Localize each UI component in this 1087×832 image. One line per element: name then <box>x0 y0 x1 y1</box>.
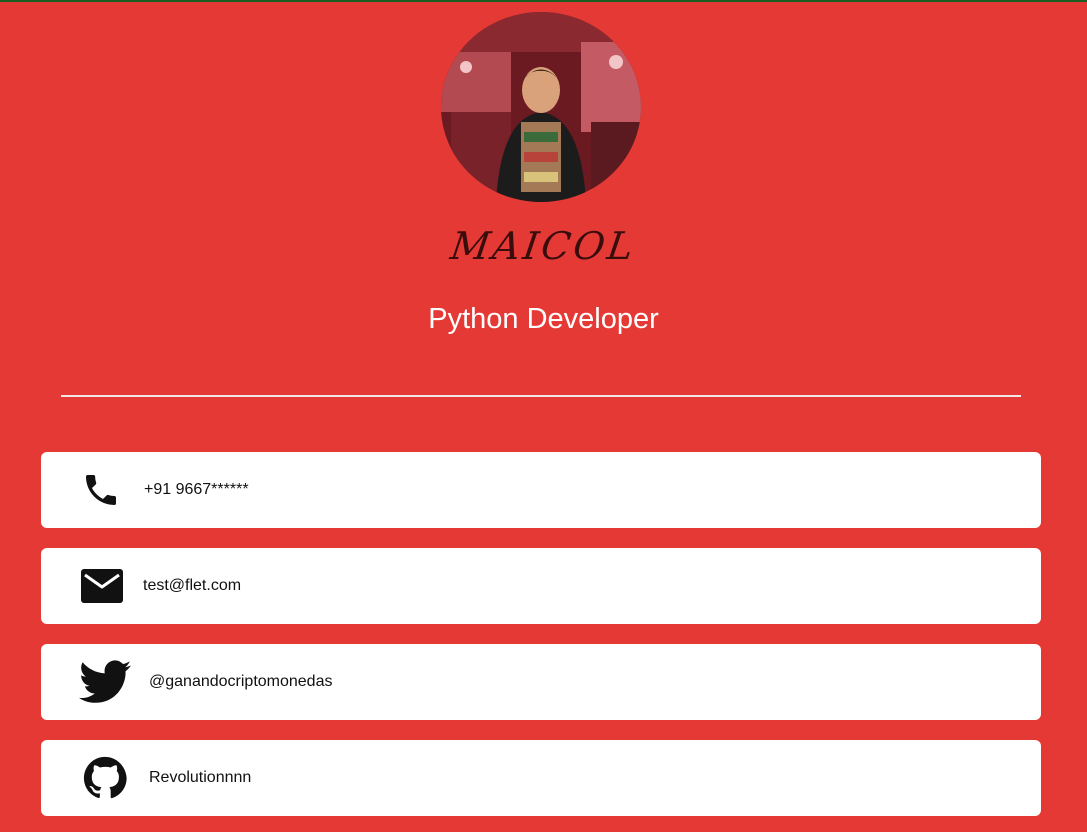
profile-avatar <box>441 12 641 202</box>
mail-icon <box>81 548 123 624</box>
github-icon <box>83 740 127 816</box>
profile-role: Python Developer <box>428 303 659 335</box>
phone-icon <box>81 452 121 528</box>
contact-card-email[interactable]: test@flet.com <box>41 548 1041 624</box>
contact-email-text: test@flet.com <box>143 577 242 594</box>
top-border-strip <box>0 0 1087 2</box>
twitter-icon <box>79 644 131 720</box>
contact-card-twitter[interactable]: @ganandocriptomonedas <box>41 644 1041 720</box>
contact-card-phone[interactable]: +91 9667****** <box>41 452 1041 528</box>
contact-github-text: Revolutionnnn <box>149 769 252 786</box>
contact-card-github[interactable]: Revolutionnnn <box>41 740 1041 816</box>
section-divider <box>61 395 1021 397</box>
contact-phone-text: +91 9667****** <box>144 481 249 498</box>
contact-twitter-text: @ganandocriptomonedas <box>149 673 333 690</box>
profile-name: MAICOL <box>447 224 639 268</box>
